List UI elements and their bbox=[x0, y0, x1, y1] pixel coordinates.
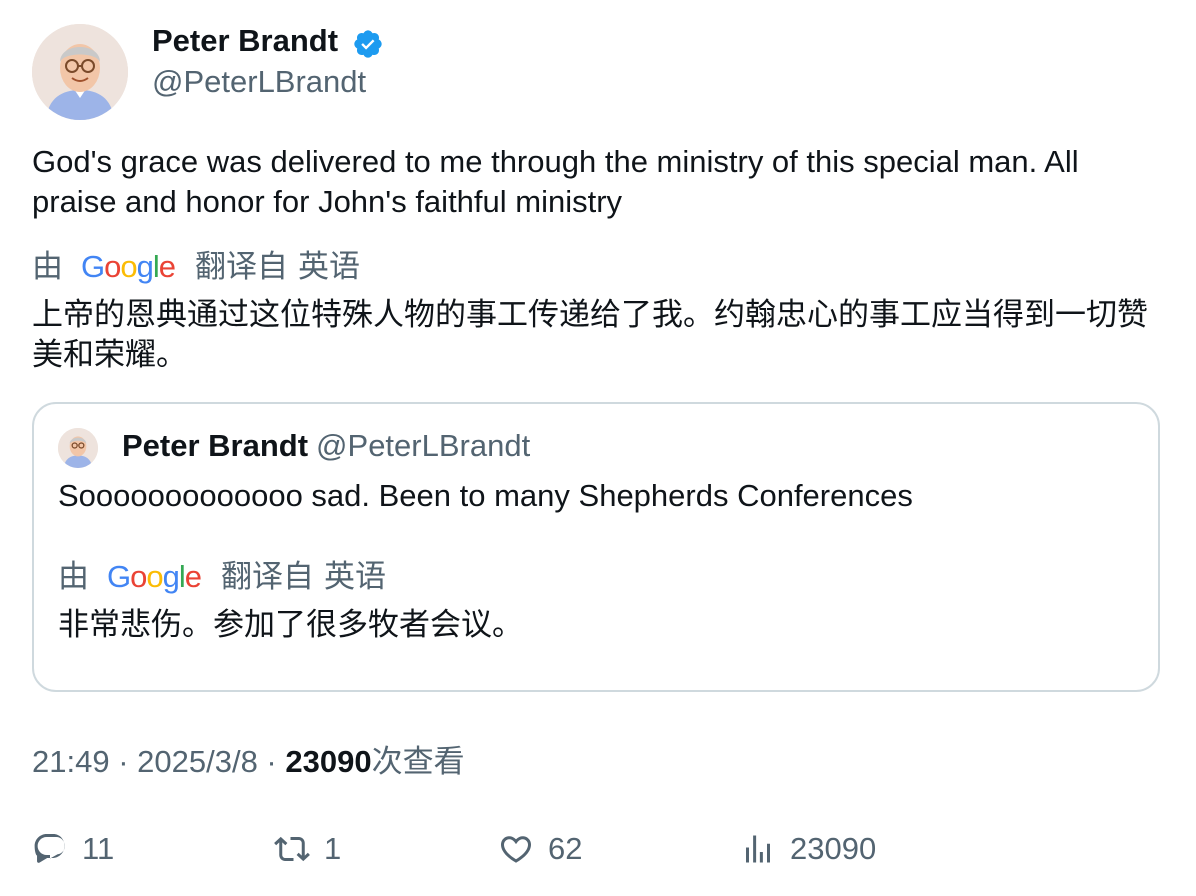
like-count: 62 bbox=[548, 831, 583, 866]
views-button[interactable]: 23090 bbox=[740, 829, 876, 869]
google-logo[interactable]: Google bbox=[107, 557, 202, 597]
repost-count: 1 bbox=[324, 831, 342, 866]
meta-separator: · bbox=[109, 744, 138, 779]
source-language: 英语 bbox=[298, 249, 361, 284]
reply-button[interactable]: 11 bbox=[32, 829, 114, 869]
author-avatar[interactable] bbox=[32, 24, 128, 120]
quoted-tweet-card[interactable]: Peter Brandt @PeterLBrandt Sooooooooooooo… bbox=[32, 402, 1160, 692]
quoted-translated-by-label: 由 bbox=[58, 559, 89, 594]
repost-button[interactable]: 1 bbox=[274, 829, 341, 869]
verified-badge-icon bbox=[352, 28, 384, 60]
reply-count: 11 bbox=[82, 831, 115, 866]
google-logo[interactable]: Google bbox=[81, 247, 176, 287]
tweet-time[interactable]: 21:49 bbox=[32, 744, 110, 779]
repost-icon bbox=[274, 836, 310, 862]
translated-from-label: 翻译自 bbox=[195, 249, 289, 284]
author-name[interactable]: Peter Brandt bbox=[152, 22, 338, 60]
meta-separator: · bbox=[257, 744, 286, 779]
quoted-source-language: 英语 bbox=[324, 559, 387, 594]
views-count: 23090 bbox=[285, 744, 372, 779]
quoted-tweet-text: Sooooooooooooo sad. Been to many Shepher… bbox=[58, 478, 913, 513]
views-icon bbox=[746, 835, 770, 863]
quoted-translated-text: 非常悲伤。参加了很多牧者会议。 bbox=[58, 607, 523, 642]
translation-attribution: 由 Google 翻译自 英语 bbox=[32, 247, 360, 287]
tweet-meta: 21:49 · 2025/3/8 · 23090次查看 bbox=[32, 742, 465, 782]
quoted-translated-from-label: 翻译自 bbox=[221, 559, 315, 594]
quoted-author-name[interactable]: Peter Brandt bbox=[122, 428, 308, 463]
like-icon bbox=[500, 836, 532, 863]
quoted-author-line: Peter Brandt @PeterLBrandt bbox=[122, 426, 530, 466]
translated-text: 上帝的恩典通过这位特殊人物的事工传递给了我。约翰忠心的事工应当得到一切赞美和荣耀… bbox=[32, 297, 1148, 372]
quoted-author-handle[interactable]: @PeterLBrandt bbox=[316, 428, 530, 463]
quoted-translation-attribution: 由 Google 翻译自 英语 bbox=[58, 557, 386, 597]
quoted-author-avatar[interactable] bbox=[58, 428, 98, 468]
views-action-count: 23090 bbox=[790, 831, 877, 866]
translated-by-label: 由 bbox=[32, 249, 63, 284]
tweet-date[interactable]: 2025/3/8 bbox=[137, 744, 258, 779]
author-handle[interactable]: @PeterLBrandt bbox=[152, 63, 366, 101]
tweet-text: God's grace was delivered to me through … bbox=[32, 144, 1079, 219]
reply-icon bbox=[34, 834, 65, 863]
views-label: 次查看 bbox=[371, 744, 465, 779]
like-button[interactable]: 62 bbox=[498, 829, 582, 869]
